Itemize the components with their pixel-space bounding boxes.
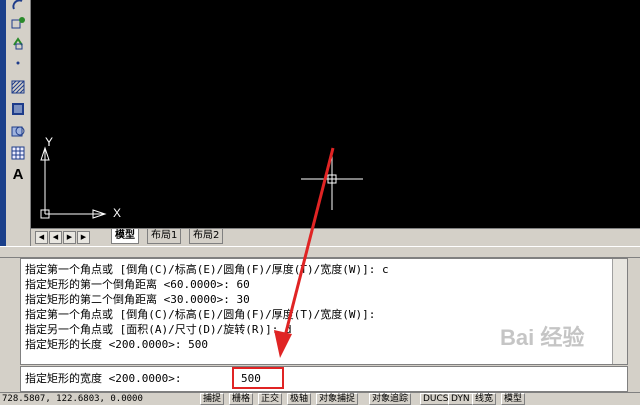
tab-prev-button[interactable]: ◀ [49,231,62,244]
drawing-canvas[interactable]: Y X [31,0,640,228]
tab-first-button[interactable]: ◀ [35,231,48,244]
history-line: 指定矩形的第二个倒角距离 <30.0000>: 30 [25,293,250,306]
history-line: 指定矩形的长度 <200.0000>: 500 [25,338,208,351]
history-line: 指定矩形的第一个倒角距离 <60.0000>: 60 [25,278,250,291]
status-ducs-button[interactable]: DUCS [420,393,452,405]
prompt-label: 指定矩形的宽度 <200.0000>: [25,372,182,385]
gradient-icon[interactable] [9,100,27,118]
toolbar-edge [0,0,6,248]
status-osnap-button[interactable]: 对象捕捉 [316,393,359,405]
tab-last-button[interactable]: ▶ [77,231,90,244]
redo-arc-icon[interactable] [9,0,27,14]
status-model-button[interactable]: 模型 [501,393,526,405]
tab-next-button[interactable]: ▶ [63,231,76,244]
status-otrack-button[interactable]: 对象追踪 [369,393,412,405]
status-polar-button[interactable]: 极轴 [287,393,312,405]
history-line: 指定第一个角点或 [倒角(C)/标高(E)/圆角(F)/厚度(T)/宽度(W)]… [25,308,376,321]
draw-toolbar: A [0,0,31,248]
history-line: 指定另一个角点或 [面积(A)/尺寸(D)/旋转(R)]: d [25,323,292,336]
status-snap-button[interactable]: 捕捉 [200,393,225,405]
command-scrollbar[interactable] [612,259,627,364]
status-grid-button[interactable]: 栅格 [229,393,254,405]
move-icon[interactable] [9,14,27,32]
status-bar: 728.5807, 122.6803, 0.0000 捕捉 栅格 正交 极轴 对… [0,392,640,405]
multiline-text-icon[interactable]: A [9,166,27,184]
command-prompt: 指定矩形的宽度 <200.0000>: 500 [20,366,628,392]
coordinate-readout: 728.5807, 122.6803, 0.0000 [2,394,143,404]
point-icon[interactable] [9,54,27,72]
status-dyn-button[interactable]: DYN [448,393,473,405]
region-icon[interactable] [9,122,27,140]
watermark-logo: Bai 经验 [500,325,585,350]
tab-model[interactable]: 模型 [111,229,139,244]
x-axis-label: X [113,206,122,220]
table-icon[interactable] [9,144,27,162]
tab-layout2[interactable]: 布局2 [189,229,224,244]
hatch-icon[interactable] [9,78,27,96]
tab-layout1[interactable]: 布局1 [147,229,182,244]
y-axis-label: Y [45,135,54,149]
rotate-icon[interactable] [9,34,27,52]
command-input[interactable]: 500 [232,367,284,389]
status-ortho-button[interactable]: 正交 [258,393,283,405]
status-lineweight-button[interactable]: 线宽 [472,393,497,405]
history-line: 指定第一个角点或 [倒角(C)/标高(E)/圆角(F)/厚度(T)/宽度(W)]… [25,263,389,276]
window-splitter[interactable] [0,246,640,258]
layout-tab-bar: ◀ ◀ ▶ ▶ 模型 布局1 布局2 [31,228,640,245]
